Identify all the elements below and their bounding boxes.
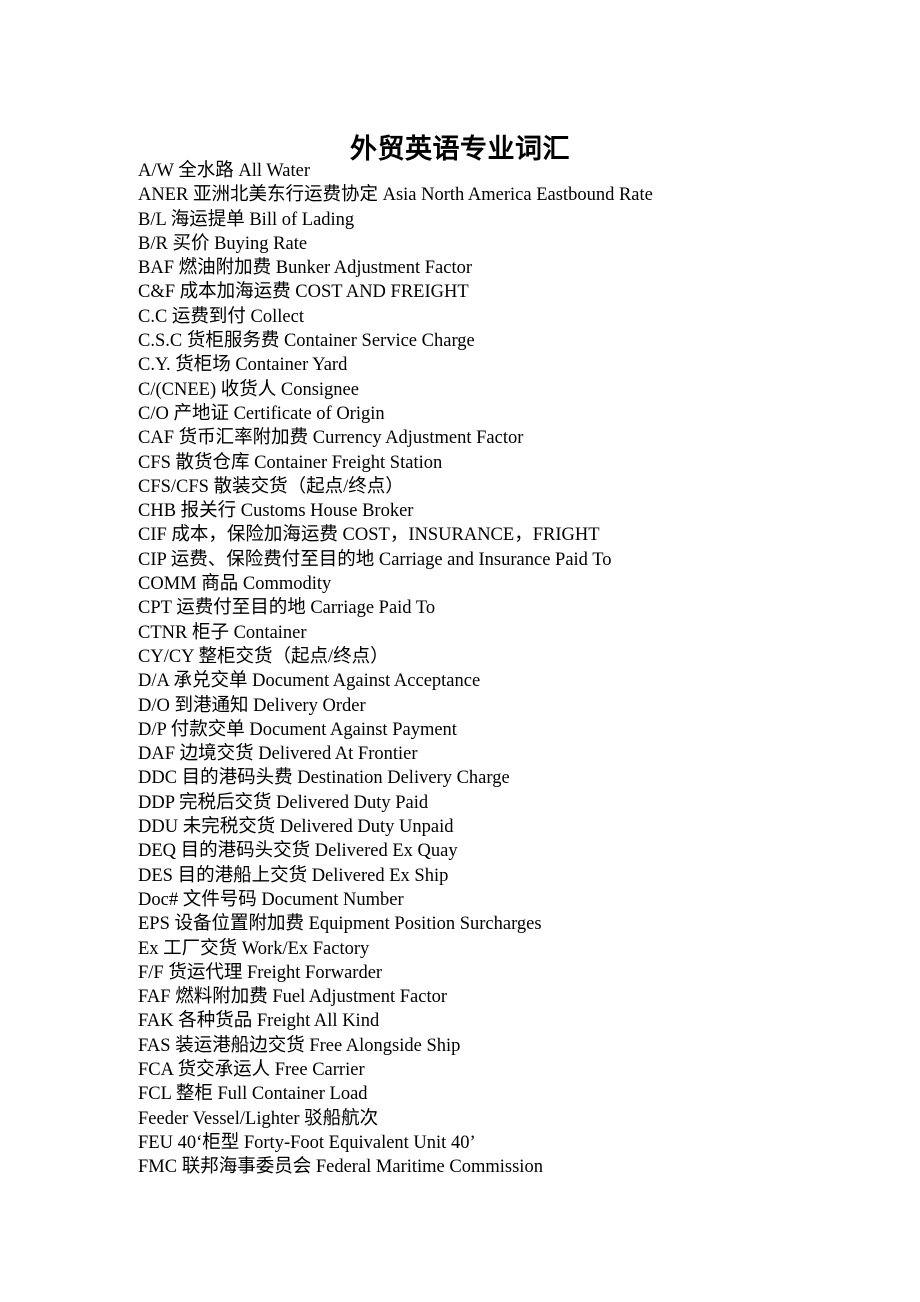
glossary-entry: C.S.C 货柜服务费 Container Service Charge [138,331,475,352]
glossary-entry: C&F 成本加海运费 COST AND FREIGHT [138,282,469,303]
glossary-entry: A/W 全水路 All Water [138,161,311,181]
glossary-entry: CAF 货币汇率附加费 Currency Adjustment Factor [138,428,524,449]
glossary-entry: C/(CNEE) 收货人 Consignee [138,379,359,400]
glossary-entry: DDU 未完税交货 Delivered Duty Unpaid [138,817,454,838]
glossary-entry: CIF 成本，保险加海运费 COST，INSURANCE，FRIGHT [138,525,600,546]
glossary-entry: COMM 商品 Commodity [138,574,332,595]
glossary-entry: Doc# 文件号码 Document Number [138,889,404,910]
glossary-entry: DDP 完税后交货 Delivered Duty Paid [138,792,429,813]
glossary-entry: D/A 承兑交单 Document Against Acceptance [138,671,481,692]
glossary-entry: CPT 运费付至目的地 Carriage Paid To [138,598,436,619]
glossary-entry: CFS 散货仓库 Container Freight Station [138,452,443,473]
glossary-entry: CIP 运费、保险费付至目的地 Carriage and Insurance P… [138,549,612,570]
glossary-entry: FAF 燃料附加费 Fuel Adjustment Factor [138,987,448,1008]
glossary-entry: D/O 到港通知 Delivery Order [138,695,366,716]
glossary-entry: C.C 运费到付 Collect [138,306,304,327]
document-page: 外贸英语专业词汇 A/W 全水路 All Water ANER 亚洲北美东行运费协… [0,0,920,1302]
glossary-entry: DES 目的港船上交货 Delivered Ex Ship [138,865,449,886]
glossary-entry: CTNR 柜子 Container [138,622,307,643]
glossary-entry: Feeder Vessel/Lighter 驳船航次 [138,1108,379,1129]
glossary-entry: D/P 付款交单 Document Against Payment [138,719,457,740]
glossary-entry: F/F 货运代理 Freight Forwarder [138,962,383,983]
glossary-entry: DDC 目的港码头费 Destination Delivery Charge [138,768,510,789]
glossary-entry: FAK 各种货品 Freight All Kind [138,1011,380,1032]
glossary-entry: BAF 燃油附加费 Bunker Adjustment Factor [138,258,473,279]
glossary-entry: CY/CY 整柜交货（起点/终点） [138,646,389,667]
glossary-entry: CHB 报关行 Customs House Broker [138,501,414,522]
glossary-entry: B/R 买价 Buying Rate [138,233,308,254]
glossary-entry: C.Y. 货柜场 Container Yard [138,355,348,376]
glossary-entry: Ex 工厂交货 Work/Ex Factory [138,938,370,959]
glossary-entry: FCL 整柜 Full Container Load [138,1084,368,1105]
glossary-entry: ANER 亚洲北美东行运费协定 Asia North America Eastb… [138,185,653,206]
glossary-entry: FEU 40‘柜型 Forty-Foot Equivalent Unit 40’ [138,1132,476,1153]
glossary-entry: DEQ 目的港码头交货 Delivered Ex Quay [138,841,458,862]
glossary-entry: DAF 边境交货 Delivered At Frontier [138,744,418,765]
glossary-entry: FCA 货交承运人 Free Carrier [138,1059,365,1080]
glossary-entry: B/L 海运提单 Bill of Lading [138,209,355,230]
glossary-entry: C/O 产地证 Certificate of Origin [138,403,385,424]
glossary-entry: FMC 联邦海事委员会 Federal Maritime Commission [138,1157,543,1178]
glossary-list: A/W 全水路 All Water ANER 亚洲北美东行运费协定 Asia No… [138,159,878,1179]
glossary-entry: CFS/CFS 散装交货（起点/终点） [138,476,404,497]
glossary-entry: EPS 设备位置附加费 Equipment Position Surcharge… [138,914,542,935]
glossary-entry: FAS 装运港船边交货 Free Alongside Ship [138,1035,461,1056]
